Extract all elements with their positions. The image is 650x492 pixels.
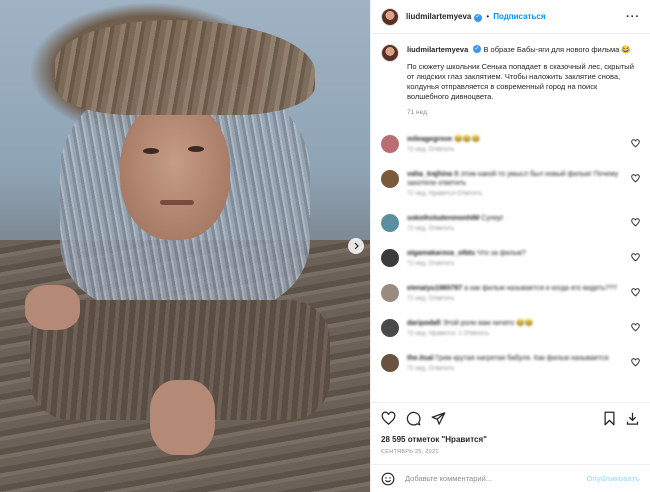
comment-text: Грим крутая нагретая бабуля. Как фильм н… (435, 355, 609, 362)
heart-icon[interactable] (631, 323, 640, 332)
photo-headscarf (55, 20, 315, 115)
comment-row: mileagegrove 😂😂😂 72 нед. Ответить (381, 135, 640, 153)
comment-meta: 72 нед. Ответить (407, 366, 455, 372)
photo-eye-right (188, 146, 204, 152)
comment-row: daripodafi Этой роли вам ничего 😂😂 72 нед… (381, 319, 640, 337)
caption-text: По сюжету школьник Сенька попадает в ска… (407, 62, 634, 101)
comment-meta: 72 нед. Нравится Ответить (407, 191, 483, 197)
comment-line: olgamakarova_ofbts Что за фильм? (407, 249, 622, 258)
heart-icon[interactable] (381, 411, 396, 426)
heart-icon[interactable] (631, 358, 640, 367)
commenter-username[interactable]: the.itsal (407, 355, 433, 362)
post-age[interactable]: 71 нед. (407, 108, 640, 118)
photo-hand-left (25, 285, 80, 330)
comment-text: Что за фильм? (477, 250, 526, 257)
comment-meta: 72 нед. Ответить (407, 226, 455, 232)
comment-line: vaha_trajhina В этом какой-то умысл был … (407, 170, 622, 188)
comment-meta: 72 нед. Ответить (407, 261, 455, 267)
comment-text: Этой роли вам ничего 😂😂 (442, 320, 534, 327)
heart-icon[interactable] (631, 174, 640, 183)
heart-icon[interactable] (631, 253, 640, 262)
more-icon[interactable]: ··· (626, 11, 640, 23)
photo-eye-left (143, 148, 159, 154)
post-date: СЕНТЯБРЬ 25, 2021 (381, 449, 439, 455)
commenter-avatar[interactable] (381, 249, 399, 267)
commenter-avatar[interactable] (381, 170, 399, 188)
commenter-username[interactable]: sokolhstudenmonhIM (407, 215, 479, 222)
comment-row: sokolhstudenmonhIM Супер! 72 нед. Ответит… (381, 214, 640, 232)
commenter-username[interactable]: mileagegrove (407, 136, 452, 143)
heart-icon[interactable] (631, 218, 640, 227)
comment-body: elenalyu1980787 а как фильм называется и… (407, 284, 622, 302)
download-icon[interactable] (625, 411, 640, 426)
comment-row: elenalyu1980787 а как фильм называется и… (381, 284, 640, 302)
caption-verified-badge-icon (473, 44, 482, 54)
caption-username[interactable]: liudmilartemyeva (407, 45, 468, 54)
commenter-username[interactable]: elenalyu1980787 (407, 285, 462, 292)
verified-badge-icon (474, 13, 483, 22)
comment-text: 😂😂😂 (454, 136, 481, 143)
commenter-avatar[interactable] (381, 284, 399, 302)
author-avatar[interactable] (381, 7, 399, 26)
comment-meta: 72 нед. Ответить (407, 147, 455, 153)
comment-body: vaha_trajhina В этом какой-то умысл был … (407, 170, 622, 197)
comment-body: olgamakarova_ofbts Что за фильм? 72 нед. … (407, 249, 622, 267)
author-username[interactable]: liudmilartemyeva (406, 12, 471, 21)
comment-input[interactable]: Добавьте комментарий... (405, 474, 492, 483)
commenter-avatar[interactable] (381, 354, 399, 372)
comment-line: the.itsal Грим крутая нагретая бабуля. К… (407, 354, 622, 363)
separator-dot: • (486, 12, 490, 21)
caption-body: liudmilartemyeva В образе Бабы-яги для н… (407, 44, 640, 118)
comment-text: а как фильм называется и когда его видет… (464, 285, 617, 292)
photo-hand-right (150, 380, 215, 455)
post-photo[interactable] (0, 0, 370, 492)
bookmark-icon[interactable] (602, 411, 617, 426)
caption-headline: В образе Бабы-яги для нового фильма 😂 (483, 45, 631, 54)
publish-button[interactable]: Опубликовать (586, 474, 640, 483)
comment-row: olgamakarova_ofbts Что за фильм? 72 нед. … (381, 249, 640, 267)
post-footer: 28 595 отметок "Нравится" СЕНТЯБРЬ 25, 2… (371, 402, 650, 458)
comments-list: mileagegrove 😂😂😂 72 нед. Ответить vaha_tra… (371, 135, 650, 372)
commenter-username[interactable]: vaha_trajhina (407, 171, 452, 178)
likes-count[interactable]: 28 595 отметок "Нравится" (371, 433, 650, 446)
commenter-avatar[interactable] (381, 135, 399, 153)
post-modal: liudmilartemyeva • Подписаться ··· liudm… (0, 0, 650, 492)
add-comment-bar: Добавьте комментарий... Опубликовать (371, 464, 650, 492)
post-side-panel: liudmilartemyeva • Подписаться ··· liudm… (370, 0, 650, 492)
follow-button[interactable]: Подписаться (493, 12, 545, 21)
post-header: liudmilartemyeva • Подписаться ··· (371, 0, 650, 34)
comment-text: Супер! (481, 215, 504, 222)
comment-row: the.itsal Грим крутая нагретая бабуля. К… (381, 354, 640, 372)
commenter-avatar[interactable] (381, 319, 399, 337)
commenter-username[interactable]: olgamakarova_ofbts (407, 250, 475, 257)
next-photo-button[interactable] (348, 238, 364, 254)
action-bar (371, 403, 650, 433)
comment-meta: 72 нед. Ответить (407, 296, 455, 302)
chevron-right-icon (354, 242, 359, 250)
share-icon[interactable] (431, 411, 446, 426)
comment-body: the.itsal Грим крутая нагретая бабуля. К… (407, 354, 622, 372)
photo-mouth (160, 200, 194, 205)
caption: liudmilartemyeva В образе Бабы-яги для н… (371, 34, 650, 118)
heart-icon[interactable] (631, 139, 640, 148)
comment-body: daripodafi Этой роли вам ничего 😂😂 72 нед… (407, 319, 622, 337)
commenter-username[interactable]: daripodafi (407, 320, 441, 327)
photo-face (120, 100, 230, 240)
comment-meta: 72 нед. Нравится: 1 Ответить (407, 331, 490, 337)
commenter-avatar[interactable] (381, 214, 399, 232)
comment-line: elenalyu1980787 а как фильм называется и… (407, 284, 622, 293)
comment-body: sokolhstudenmonhIM Супер! 72 нед. Ответит… (407, 214, 622, 232)
emoji-icon[interactable] (381, 472, 395, 486)
comment-body: mileagegrove 😂😂😂 72 нед. Ответить (407, 135, 622, 153)
comment-icon[interactable] (406, 411, 421, 426)
comment-row: vaha_trajhina В этом какой-то умысл был … (381, 170, 640, 197)
comment-line: sokolhstudenmonhIM Супер! (407, 214, 622, 223)
caption-author-avatar[interactable] (381, 44, 399, 62)
comment-line: mileagegrove 😂😂😂 (407, 135, 622, 144)
comment-line: daripodafi Этой роли вам ничего 😂😂 (407, 319, 622, 328)
heart-icon[interactable] (631, 288, 640, 297)
